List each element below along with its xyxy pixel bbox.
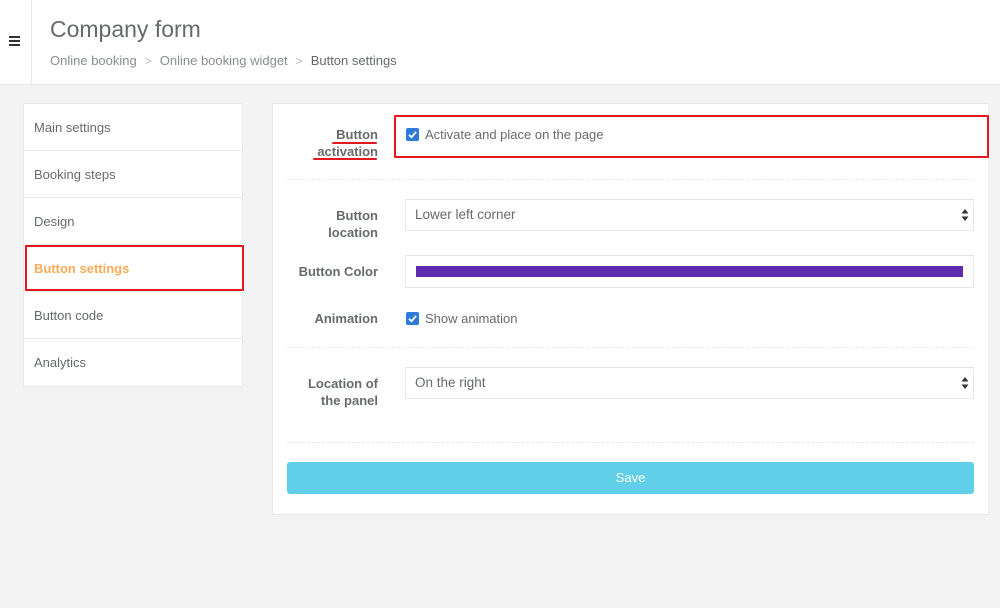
- page-header: Company form Online booking > Online boo…: [0, 0, 1000, 85]
- animation-label: Animation: [314, 311, 378, 326]
- panel-location-label: Location of the panel: [307, 376, 378, 408]
- annotation-underline: [313, 158, 377, 160]
- divider: [287, 442, 974, 443]
- sidebar-item-analytics[interactable]: Analytics: [24, 339, 242, 386]
- color-swatch: [416, 266, 963, 277]
- sidebar-item-main-settings[interactable]: Main settings: [24, 104, 242, 151]
- divider: [287, 179, 974, 180]
- breadcrumb-online-booking[interactable]: Online booking: [50, 53, 137, 68]
- panel-location-value: On the right: [415, 375, 486, 390]
- divider: [287, 347, 974, 348]
- breadcrumb-separator: >: [295, 53, 303, 68]
- sidebar-item-button-code[interactable]: Button code: [24, 292, 242, 339]
- annotation-underline: [332, 142, 377, 144]
- menu-column: [0, 0, 32, 84]
- highlight-box-activation: [394, 115, 989, 158]
- animation-checkbox[interactable]: [406, 312, 419, 325]
- settings-panel: [272, 103, 989, 515]
- button-location-label: Button location: [328, 208, 378, 240]
- highlight-box-sidebar: [25, 245, 244, 291]
- button-color-label: Button Color: [298, 264, 378, 279]
- breadcrumb-separator: >: [144, 53, 152, 68]
- button-color-input[interactable]: [405, 255, 974, 288]
- animation-checkbox-label[interactable]: Show animation: [425, 311, 518, 326]
- breadcrumb-online-booking-widget[interactable]: Online booking widget: [160, 53, 288, 68]
- select-arrows-icon: [961, 377, 969, 389]
- button-location-select[interactable]: Lower left corner: [405, 199, 974, 231]
- breadcrumb: Online booking > Online booking widget >…: [50, 53, 397, 68]
- hamburger-menu-icon[interactable]: [9, 36, 20, 46]
- button-location-value: Lower left corner: [415, 207, 516, 222]
- select-arrows-icon: [961, 209, 969, 221]
- breadcrumb-button-settings: Button settings: [310, 53, 397, 68]
- save-button[interactable]: Save: [287, 462, 974, 494]
- sidebar-item-booking-steps[interactable]: Booking steps: [24, 151, 242, 198]
- panel-location-select[interactable]: On the right: [405, 367, 974, 399]
- page-title: Company form: [50, 16, 201, 42]
- sidebar-item-design[interactable]: Design: [24, 198, 242, 245]
